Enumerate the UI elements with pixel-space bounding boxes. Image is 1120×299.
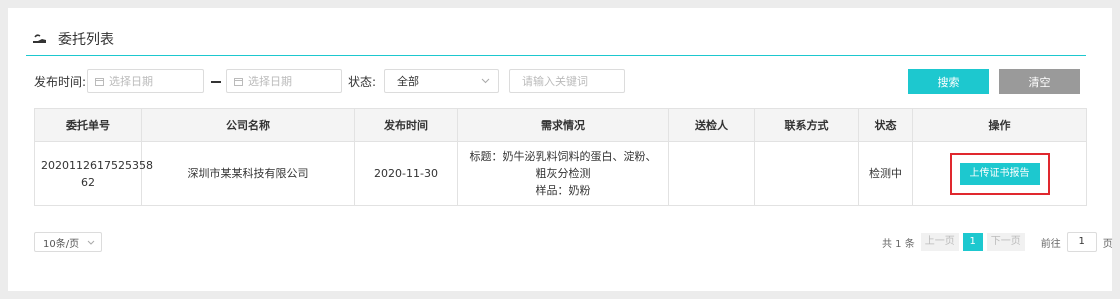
table-header-row: 委托单号 公司名称 发布时间 需求情况 送检人 联系方式 状态 操作: [34, 108, 1087, 142]
publish-time-cell: 2020-11-30: [354, 141, 458, 206]
end-date-picker[interactable]: 选择日期: [226, 69, 342, 93]
pagination: 共 1 条 上一页 1 下一页 前往 1 页: [882, 232, 1113, 252]
column-header: 发布时间: [354, 108, 458, 142]
status-select-value: 全部: [397, 75, 419, 88]
search-button[interactable]: 搜索: [908, 69, 989, 94]
goto-page-input[interactable]: 1: [1066, 232, 1097, 252]
column-header: 联系方式: [754, 108, 859, 142]
status-cell: 检测中: [858, 141, 913, 206]
action-cell: 上传证书报告: [912, 141, 1087, 206]
column-header: 公司名称: [141, 108, 355, 142]
page-size-select[interactable]: 10条/页: [34, 232, 102, 252]
end-date-placeholder: 选择日期: [248, 75, 292, 88]
column-header: 需求情况: [457, 108, 669, 142]
prev-page-button[interactable]: 上一页: [920, 233, 959, 251]
chevron-down-icon: [481, 78, 490, 84]
start-date-picker[interactable]: 选择日期: [87, 69, 204, 93]
calendar-icon: [95, 77, 104, 86]
section-title: 委托列表: [58, 31, 114, 48]
company-cell: 深圳市某某科技有限公司: [141, 141, 355, 206]
page-unit-label: 页: [1102, 238, 1113, 250]
order-number-cell: 2020112617525358 62: [34, 141, 153, 206]
next-page-button[interactable]: 下一页: [986, 233, 1025, 251]
order-table: 委托单号 公司名称 发布时间 需求情况 送检人 联系方式 状态 操作 20201…: [34, 108, 1087, 206]
keyword-placeholder: 请输入关键词: [522, 75, 588, 88]
requirement-cell: 标题：奶牛泌乳料饲料的蛋白、淀粉、粗灰分检测 样品：奶粉: [457, 141, 669, 206]
calendar-icon: [234, 77, 243, 86]
contact-cell: [754, 141, 859, 206]
upload-certificate-button[interactable]: 上传证书报告: [949, 152, 1050, 195]
requirement-title: 标题：奶牛泌乳料饲料的蛋白、淀粉、粗灰分检测: [469, 150, 657, 180]
filter-bar: 发布时间: 选择日期 选择日期 状态: 全部 请输入关键词 搜索 清空: [26, 69, 1086, 95]
column-header: 委托单号: [34, 108, 142, 142]
start-date-placeholder: 选择日期: [109, 75, 153, 88]
status-label: 状态:: [348, 75, 377, 89]
goto-label: 前往: [1040, 238, 1061, 250]
keyword-input[interactable]: 请输入关键词: [509, 69, 625, 93]
status-select[interactable]: 全部: [384, 69, 499, 93]
publish-time-label: 发布时间:: [34, 75, 87, 89]
requirement-sample: 样品：奶粉: [535, 184, 591, 197]
column-header: 操作: [912, 108, 1087, 142]
total-count: 共 1 条: [882, 238, 915, 250]
column-header: 状态: [858, 108, 913, 142]
page-size-value: 10条/页: [43, 238, 80, 250]
page-number-current[interactable]: 1: [962, 233, 983, 251]
column-header: 送检人: [668, 108, 755, 142]
chevron-down-icon: [87, 240, 95, 245]
inspector-cell: [668, 141, 755, 206]
section-header: 委托列表: [26, 22, 1086, 56]
table-row: 2020112617525358 62 深圳市某某科技有限公司 2020-11-…: [34, 141, 1087, 206]
hand-icon: [33, 33, 46, 43]
clear-button[interactable]: 清空: [999, 69, 1080, 94]
date-range-dash: [211, 81, 221, 83]
